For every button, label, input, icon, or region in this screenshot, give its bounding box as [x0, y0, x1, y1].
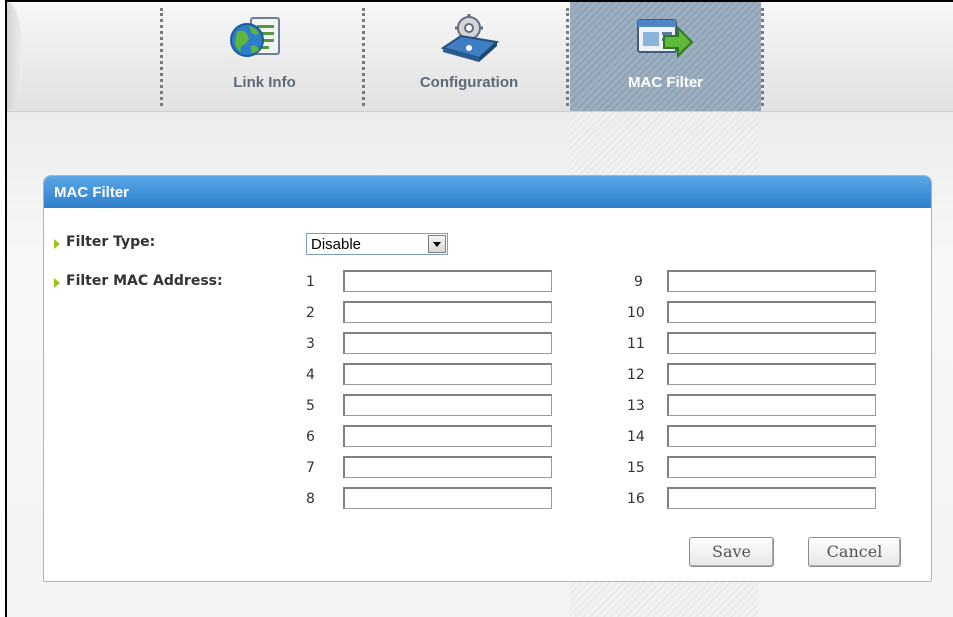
panel-title: MAC Filter — [44, 176, 931, 208]
mac-address-field-2[interactable] — [343, 301, 552, 323]
mac-address-field-16[interactable] — [667, 487, 876, 509]
mac-index: 3 — [306, 336, 315, 352]
bullet-arrow-icon — [54, 239, 60, 249]
mac-index: 7 — [306, 460, 315, 476]
mac-address-field-15[interactable] — [667, 456, 876, 478]
mac-address-field-14[interactable] — [667, 425, 876, 447]
chevron-down-icon — [433, 242, 441, 247]
mac-index: 12 — [627, 367, 645, 383]
mac-index: 5 — [306, 398, 315, 414]
tab-mac-filter[interactable]: MAC Filter — [570, 2, 761, 111]
mac-address-field-1[interactable] — [343, 270, 552, 292]
tab-configuration[interactable]: Configuration — [369, 2, 569, 111]
mac-index: 2 — [306, 305, 315, 321]
mac-index: 9 — [634, 274, 643, 290]
mac-index: 1 — [306, 274, 315, 290]
globe-document-icon — [229, 14, 285, 62]
nav-separator — [160, 8, 163, 106]
mac-address-field-3[interactable] — [343, 332, 552, 354]
mac-address-field-13[interactable] — [667, 394, 876, 416]
nav-separator — [362, 8, 365, 106]
tab-label: Configuration — [419, 74, 519, 91]
dropdown-button[interactable] — [428, 235, 446, 253]
mac-address-field-6[interactable] — [343, 425, 552, 447]
mac-index: 4 — [306, 367, 315, 383]
mac-address-field-8[interactable] — [343, 487, 552, 509]
mac-index: 11 — [627, 336, 645, 352]
tab-label: MAC Filter — [628, 74, 703, 91]
mac-address-field-12[interactable] — [667, 363, 876, 385]
mac-index: 10 — [627, 305, 645, 321]
mac-index: 13 — [627, 398, 645, 414]
mac-address-field-10[interactable] — [667, 301, 876, 323]
mac-index: 14 — [627, 429, 645, 445]
bullet-arrow-icon — [54, 278, 60, 288]
top-navigation: Link Info Configuration MAC Filter — [7, 2, 953, 112]
mac-index: 8 — [306, 491, 315, 507]
filter-type-value: Disable — [311, 236, 362, 253]
save-button[interactable]: Save — [689, 537, 774, 567]
tab-label: Link Info — [233, 74, 296, 91]
nav-left-curve — [7, 2, 23, 111]
filter-arrow-icon — [634, 14, 694, 62]
filter-type-label: Filter Type: — [66, 234, 156, 250]
mac-filter-panel: MAC Filter Filter Type: Disable Filter M… — [43, 175, 932, 582]
cancel-button[interactable]: Cancel — [808, 537, 901, 567]
tab-link-info[interactable]: Link Info — [167, 2, 362, 111]
mac-index: 6 — [306, 429, 315, 445]
mac-address-field-4[interactable] — [343, 363, 552, 385]
nav-separator — [566, 8, 569, 106]
filter-type-select[interactable]: Disable — [306, 233, 448, 255]
filter-mac-address-label: Filter MAC Address: — [66, 273, 223, 289]
mac-address-field-7[interactable] — [343, 456, 552, 478]
mac-index: 16 — [627, 491, 645, 507]
router-gear-icon — [439, 14, 500, 62]
nav-separator — [761, 8, 764, 106]
mac-address-field-11[interactable] — [667, 332, 876, 354]
mac-address-field-5[interactable] — [343, 394, 552, 416]
mac-index: 15 — [627, 460, 645, 476]
mac-address-field-9[interactable] — [667, 270, 876, 292]
